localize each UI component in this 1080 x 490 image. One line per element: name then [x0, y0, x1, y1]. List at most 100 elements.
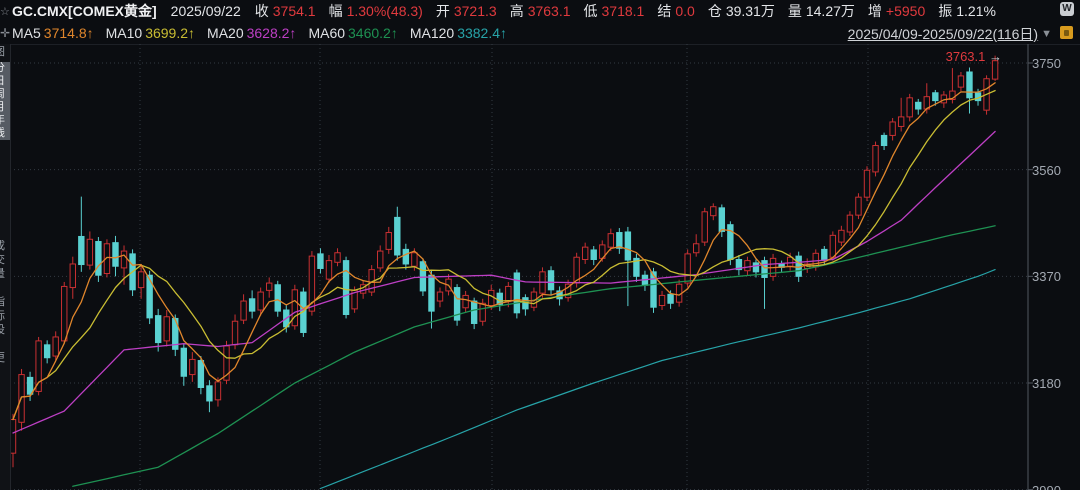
- candle-body: [830, 235, 835, 257]
- candle-body: [292, 290, 297, 326]
- toolbar-item[interactable]: 分: [0, 62, 10, 75]
- chart-canvas[interactable]: [0, 44, 1080, 490]
- y-axis-label: 3750: [1032, 56, 1061, 71]
- candle-body: [113, 243, 118, 267]
- candle-body: [429, 275, 434, 311]
- candle-body: [164, 317, 169, 341]
- field-settle: 结0.0: [657, 3, 694, 19]
- candle-body: [958, 76, 963, 87]
- candle-body: [44, 345, 49, 358]
- arrow-right-icon: →: [989, 49, 1002, 64]
- candle-body: [873, 146, 878, 172]
- candle-body: [241, 301, 246, 320]
- chevron-down-icon[interactable]: ▼: [1041, 28, 1052, 40]
- candle-body: [138, 272, 143, 288]
- candle-body: [395, 217, 400, 255]
- candle-body: [753, 263, 758, 272]
- candle-body: [318, 254, 323, 269]
- field-low: 低3718.1: [584, 3, 645, 19]
- candle-body: [668, 294, 673, 303]
- y-axis-label: 3370: [1032, 269, 1061, 284]
- candle-body: [215, 382, 220, 400]
- candle-body: [326, 261, 331, 280]
- candle-body: [881, 135, 886, 145]
- candle-body: [685, 254, 690, 283]
- candle-body: [386, 233, 391, 250]
- candle-body: [207, 386, 212, 401]
- field-oi-change: 增+5950: [868, 3, 925, 19]
- candle-body: [181, 348, 186, 376]
- toolbar-item[interactable]: 指: [0, 296, 10, 309]
- field-amplitude: 振1.21%: [938, 3, 996, 19]
- candle-body: [275, 285, 280, 311]
- toolbar-item[interactable]: 周: [0, 88, 10, 101]
- ma10-line: [13, 91, 995, 420]
- candle-body: [659, 295, 664, 305]
- ma-legend-ma20: MA203628.2↑: [207, 25, 296, 41]
- candle-body: [711, 207, 716, 216]
- candle-body: [856, 197, 861, 215]
- field-high: 高3763.1: [510, 3, 571, 19]
- candle-body: [745, 261, 750, 271]
- candle-body: [378, 251, 383, 268]
- candlestick-chart[interactable]: 图分日周月年线成交量指标设更 3763.1 → 3750356033703180…: [0, 44, 1080, 490]
- y-axis-label: 3180: [1032, 376, 1061, 391]
- field-close: 收3754.1: [255, 3, 316, 19]
- symbol-name[interactable]: GC.CMX[COMEX黄金]: [12, 1, 157, 21]
- candle-body: [155, 316, 160, 343]
- quote-header: ☆ GC.CMX[COMEX黄金] 2025/09/22 收3754.1 幅1.3…: [0, 0, 1080, 22]
- candle-body: [249, 299, 254, 311]
- candle-body: [343, 261, 348, 315]
- candle-body: [121, 251, 126, 268]
- date-range-text[interactable]: 2025/04/09-2025/09/22(116日): [848, 24, 1038, 44]
- candle-body: [822, 249, 827, 259]
- candle-body: [267, 283, 272, 290]
- window-icon[interactable]: W: [1060, 2, 1074, 16]
- crosshair-icon[interactable]: ✛: [0, 26, 12, 40]
- candle-body: [53, 337, 58, 356]
- favorite-icon[interactable]: ☆: [0, 5, 12, 18]
- candle-body: [907, 98, 912, 117]
- candle-body: [625, 232, 630, 260]
- quote-date: 2025/09/22: [171, 3, 241, 19]
- ma-legend-ma5: MA53714.8↑: [12, 25, 94, 41]
- toolbar-item[interactable]: 交: [0, 254, 10, 267]
- candle-body: [514, 273, 519, 313]
- toolbar-item[interactable]: 线: [0, 127, 10, 140]
- field-change: 幅1.30%(48.3): [329, 3, 423, 19]
- candle-body: [608, 234, 613, 247]
- last-price-flag: 3763.1 →: [946, 49, 1002, 64]
- toolbar-item[interactable]: 图: [0, 46, 10, 59]
- ma-legend: MA53714.8↑MA103699.2↑MA203628.2↑MA603460…: [12, 25, 519, 41]
- toolbar-item[interactable]: 量: [0, 268, 10, 281]
- date-range-selector[interactable]: 2025/04/09-2025/09/22(116日) ▼: [848, 24, 1052, 44]
- toolbar-item[interactable]: 标: [0, 310, 10, 323]
- candle-body: [471, 301, 476, 323]
- toolbar-item[interactable]: 设: [0, 324, 10, 337]
- candle-body: [582, 247, 587, 259]
- candle-body: [190, 359, 195, 374]
- candle-body: [898, 117, 903, 127]
- trading-app-window: ☆ GC.CMX[COMEX黄金] 2025/09/22 收3754.1 幅1.3…: [0, 0, 1080, 490]
- ma-legend-ma60: MA603460.2↑: [308, 25, 397, 41]
- candle-body: [890, 122, 895, 135]
- candle-body: [36, 341, 41, 392]
- toolbar-item[interactable]: 月: [0, 101, 10, 114]
- candle-body: [198, 361, 203, 388]
- candle-body: [933, 93, 938, 101]
- candle-body: [437, 292, 442, 301]
- lock-icon[interactable]: [1060, 26, 1073, 39]
- toolbar-item[interactable]: 日: [0, 75, 10, 88]
- left-toolbar[interactable]: 图分日周月年线成交量指标设更: [0, 44, 11, 490]
- candle-body: [27, 377, 32, 394]
- field-open: 开3721.3: [436, 3, 497, 19]
- candle-body: [864, 170, 869, 197]
- candle-body: [403, 249, 408, 264]
- toolbar-item[interactable]: 更: [0, 352, 10, 365]
- field-open-interest: 仓39.31万: [708, 3, 775, 19]
- toolbar-item[interactable]: 年: [0, 114, 10, 127]
- candle-body: [916, 102, 921, 109]
- candle-body: [847, 215, 852, 232]
- candle-body: [548, 271, 553, 290]
- toolbar-item[interactable]: 成: [0, 240, 10, 253]
